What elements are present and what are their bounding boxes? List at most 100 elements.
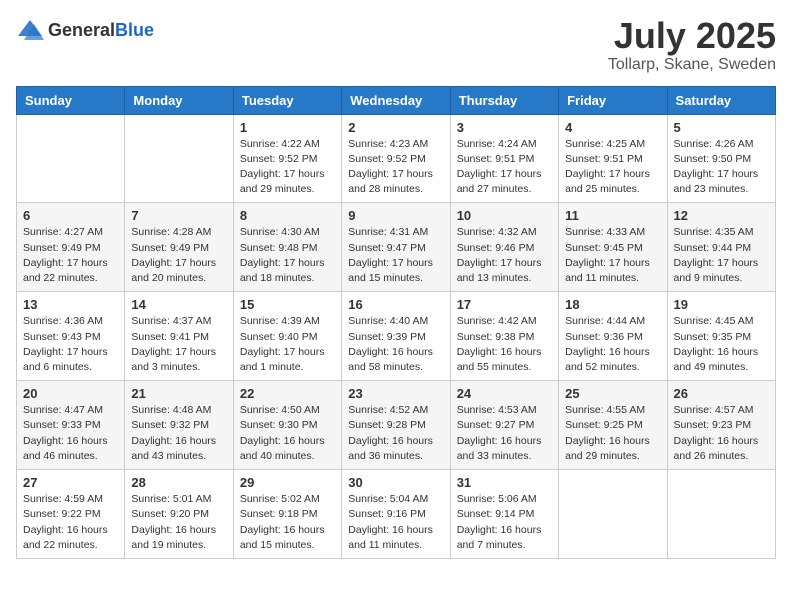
calendar-cell: 29 Sunrise: 5:02 AM Sunset: 9:18 PM Dayli… — [233, 470, 341, 559]
calendar-cell: 11Sunrise: 4:33 AM Sunset: 9:45 PM Dayli… — [559, 203, 667, 292]
day-info: Sunrise: 4:33 AM Sunset: 9:45 PM Dayligh… — [565, 225, 660, 286]
day-number: 21 — [131, 386, 226, 401]
day-number: 27 — [23, 475, 118, 490]
logo-blue: Blue — [115, 20, 154, 40]
day-info: Sunrise: 5:06 AM Sunset: 9:14 PM Dayligh… — [457, 492, 552, 553]
calendar-cell: 26 Sunrise: 4:57 AM Sunset: 9:23 PM Dayli… — [667, 381, 775, 470]
day-info: Sunrise: 4:26 AM Sunset: 9:50 PM Dayligh… — [674, 137, 769, 198]
day-info: Sunrise: 4:44 AM Sunset: 9:36 PM Dayligh… — [565, 314, 660, 375]
calendar-cell: 4 Sunrise: 4:25 AM Sunset: 9:51 PM Daylig… — [559, 114, 667, 203]
day-info: Sunrise: 4:40 AM Sunset: 9:39 PM Dayligh… — [348, 314, 443, 375]
calendar-cell: 7 Sunrise: 4:28 AM Sunset: 9:49 PM Daylig… — [125, 203, 233, 292]
day-info: Sunrise: 5:01 AM Sunset: 9:20 PM Dayligh… — [131, 492, 226, 553]
day-number: 24 — [457, 386, 552, 401]
day-info: Sunrise: 4:39 AM Sunset: 9:40 PM Dayligh… — [240, 314, 335, 375]
calendar-cell: 9 Sunrise: 4:31 AM Sunset: 9:47 PM Daylig… — [342, 203, 450, 292]
day-number: 1 — [240, 120, 335, 135]
calendar-cell: 16 Sunrise: 4:40 AM Sunset: 9:39 PM Dayli… — [342, 292, 450, 381]
day-info: Sunrise: 4:59 AM Sunset: 9:22 PM Dayligh… — [23, 492, 118, 553]
calendar-cell: 24 Sunrise: 4:53 AM Sunset: 9:27 PM Dayli… — [450, 381, 558, 470]
calendar-cell — [17, 114, 125, 203]
day-number: 15 — [240, 297, 335, 312]
calendar-cell: 10 Sunrise: 4:32 AM Sunset: 9:46 PM Dayli… — [450, 203, 558, 292]
day-info: Sunrise: 4:36 AM Sunset: 9:43 PM Dayligh… — [23, 314, 118, 375]
day-number: 14 — [131, 297, 226, 312]
calendar-cell: 30 Sunrise: 5:04 AM Sunset: 9:16 PM Dayli… — [342, 470, 450, 559]
day-info: Sunrise: 4:32 AM Sunset: 9:46 PM Dayligh… — [457, 225, 552, 286]
calendar-cell: 22 Sunrise: 4:50 AM Sunset: 9:30 PM Dayli… — [233, 381, 341, 470]
day-number: 7 — [131, 208, 226, 223]
calendar-cell: 23 Sunrise: 4:52 AM Sunset: 9:28 PM Dayli… — [342, 381, 450, 470]
calendar-cell: 15 Sunrise: 4:39 AM Sunset: 9:40 PM Dayli… — [233, 292, 341, 381]
day-info: Sunrise: 4:55 AM Sunset: 9:25 PM Dayligh… — [565, 403, 660, 464]
day-info: Sunrise: 4:27 AM Sunset: 9:49 PM Dayligh… — [23, 225, 118, 286]
day-number: 10 — [457, 208, 552, 223]
day-info: Sunrise: 4:37 AM Sunset: 9:41 PM Dayligh… — [131, 314, 226, 375]
calendar-cell: 31 Sunrise: 5:06 AM Sunset: 9:14 PM Dayli… — [450, 470, 558, 559]
calendar-cell: 27 Sunrise: 4:59 AM Sunset: 9:22 PM Dayli… — [17, 470, 125, 559]
location-subtitle: Tollarp, Skane, Sweden — [608, 56, 776, 74]
calendar-cell: 18 Sunrise: 4:44 AM Sunset: 9:36 PM Dayli… — [559, 292, 667, 381]
day-info: Sunrise: 4:53 AM Sunset: 9:27 PM Dayligh… — [457, 403, 552, 464]
day-info: Sunrise: 4:24 AM Sunset: 9:51 PM Dayligh… — [457, 137, 552, 198]
day-number: 22 — [240, 386, 335, 401]
day-info: Sunrise: 5:04 AM Sunset: 9:16 PM Dayligh… — [348, 492, 443, 553]
logo-icon — [16, 16, 44, 44]
day-info: Sunrise: 4:22 AM Sunset: 9:52 PM Dayligh… — [240, 137, 335, 198]
day-info: Sunrise: 4:50 AM Sunset: 9:30 PM Dayligh… — [240, 403, 335, 464]
day-info: Sunrise: 4:57 AM Sunset: 9:23 PM Dayligh… — [674, 403, 769, 464]
calendar-cell: 19 Sunrise: 4:45 AM Sunset: 9:35 PM Dayli… — [667, 292, 775, 381]
day-number: 26 — [674, 386, 769, 401]
day-number: 29 — [240, 475, 335, 490]
day-number: 23 — [348, 386, 443, 401]
month-year-title: July 2025 — [608, 16, 776, 56]
weekday-header-friday: Friday — [559, 86, 667, 114]
day-number: 18 — [565, 297, 660, 312]
day-info: Sunrise: 4:47 AM Sunset: 9:33 PM Dayligh… — [23, 403, 118, 464]
calendar-cell — [667, 470, 775, 559]
day-number: 9 — [348, 208, 443, 223]
weekday-header-wednesday: Wednesday — [342, 86, 450, 114]
day-number: 19 — [674, 297, 769, 312]
weekday-header-monday: Monday — [125, 86, 233, 114]
weekday-header-tuesday: Tuesday — [233, 86, 341, 114]
calendar-cell: 28 Sunrise: 5:01 AM Sunset: 9:20 PM Dayli… — [125, 470, 233, 559]
day-number: 16 — [348, 297, 443, 312]
day-number: 17 — [457, 297, 552, 312]
day-number: 4 — [565, 120, 660, 135]
calendar-week-5: 27 Sunrise: 4:59 AM Sunset: 9:22 PM Dayli… — [17, 470, 776, 559]
day-info: Sunrise: 4:25 AM Sunset: 9:51 PM Dayligh… — [565, 137, 660, 198]
day-info: Sunrise: 4:42 AM Sunset: 9:38 PM Dayligh… — [457, 314, 552, 375]
day-info: Sunrise: 4:31 AM Sunset: 9:47 PM Dayligh… — [348, 225, 443, 286]
calendar-cell: 5Sunrise: 4:26 AM Sunset: 9:50 PM Daylig… — [667, 114, 775, 203]
day-info: Sunrise: 4:28 AM Sunset: 9:49 PM Dayligh… — [131, 225, 226, 286]
day-number: 31 — [457, 475, 552, 490]
calendar-cell: 17 Sunrise: 4:42 AM Sunset: 9:38 PM Dayli… — [450, 292, 558, 381]
calendar-cell: 21Sunrise: 4:48 AM Sunset: 9:32 PM Dayli… — [125, 381, 233, 470]
calendar-cell: 8 Sunrise: 4:30 AM Sunset: 9:48 PM Daylig… — [233, 203, 341, 292]
day-info: Sunrise: 5:02 AM Sunset: 9:18 PM Dayligh… — [240, 492, 335, 553]
title-block: July 2025 Tollarp, Skane, Sweden — [608, 16, 776, 74]
day-info: Sunrise: 4:30 AM Sunset: 9:48 PM Dayligh… — [240, 225, 335, 286]
weekday-header-saturday: Saturday — [667, 86, 775, 114]
day-info: Sunrise: 4:45 AM Sunset: 9:35 PM Dayligh… — [674, 314, 769, 375]
day-number: 12 — [674, 208, 769, 223]
calendar-week-3: 13 Sunrise: 4:36 AM Sunset: 9:43 PM Dayli… — [17, 292, 776, 381]
calendar-cell: 14 Sunrise: 4:37 AM Sunset: 9:41 PM Dayli… — [125, 292, 233, 381]
day-number: 13 — [23, 297, 118, 312]
day-number: 28 — [131, 475, 226, 490]
calendar-cell: 13 Sunrise: 4:36 AM Sunset: 9:43 PM Dayli… — [17, 292, 125, 381]
day-number: 20 — [23, 386, 118, 401]
day-number: 8 — [240, 208, 335, 223]
day-number: 30 — [348, 475, 443, 490]
calendar-cell: 12Sunrise: 4:35 AM Sunset: 9:44 PM Dayli… — [667, 203, 775, 292]
calendar-cell: 20 Sunrise: 4:47 AM Sunset: 9:33 PM Dayli… — [17, 381, 125, 470]
day-info: Sunrise: 4:23 AM Sunset: 9:52 PM Dayligh… — [348, 137, 443, 198]
logo: GeneralBlue — [16, 16, 154, 44]
day-number: 2 — [348, 120, 443, 135]
calendar-cell — [559, 470, 667, 559]
calendar-cell: 25Sunrise: 4:55 AM Sunset: 9:25 PM Dayli… — [559, 381, 667, 470]
day-info: Sunrise: 4:52 AM Sunset: 9:28 PM Dayligh… — [348, 403, 443, 464]
weekday-header-thursday: Thursday — [450, 86, 558, 114]
calendar-cell: 6Sunrise: 4:27 AM Sunset: 9:49 PM Daylig… — [17, 203, 125, 292]
